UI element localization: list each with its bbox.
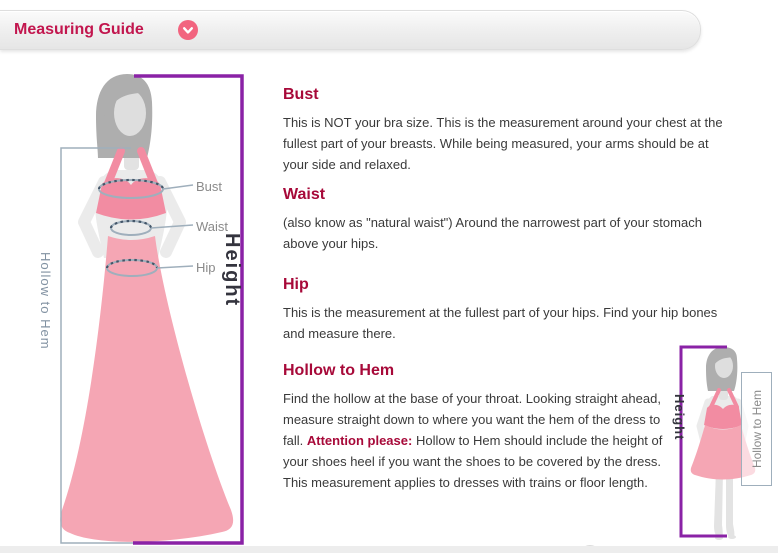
attention-label: Attention please: bbox=[307, 433, 412, 448]
waist-description: (also know as "natural waist") Around th… bbox=[283, 212, 733, 254]
section-bust: Bust This is NOT your bra size. This is … bbox=[283, 86, 733, 175]
hip-measure-label: Hip bbox=[196, 260, 216, 275]
hollow-to-hem-label-main: Hollow to Hem bbox=[38, 252, 53, 374]
section-waist: Waist (also know as "natural waist") Aro… bbox=[283, 186, 733, 254]
measuring-guide-page: Measuring Guide bbox=[0, 0, 778, 553]
waist-measure-label: Waist bbox=[196, 219, 228, 234]
main-figure bbox=[60, 74, 242, 543]
bust-description: This is NOT your bra size. This is the m… bbox=[283, 112, 733, 175]
height-label-main: Height bbox=[220, 233, 243, 337]
waist-heading: Waist bbox=[283, 186, 733, 204]
height-label-small: Height bbox=[672, 394, 687, 464]
next-section-edge bbox=[0, 546, 778, 553]
hip-heading: Hip bbox=[283, 276, 733, 294]
section-hip: Hip This is the measurement at the fulle… bbox=[283, 276, 733, 344]
hip-description: This is the measurement at the fullest p… bbox=[283, 302, 733, 344]
hollow-to-hem-description: Find the hollow at the base of your thro… bbox=[283, 388, 669, 493]
hollow-to-hem-box-small: Hollow to Hem bbox=[741, 372, 772, 486]
hollow-to-hem-heading: Hollow to Hem bbox=[283, 362, 669, 380]
bust-heading: Bust bbox=[283, 86, 733, 104]
bust-measure-label: Bust bbox=[196, 179, 222, 194]
hollow-to-hem-label-small: Hollow to Hem bbox=[750, 390, 764, 468]
section-hollow-to-hem: Hollow to Hem Find the hollow at the bas… bbox=[283, 362, 669, 493]
